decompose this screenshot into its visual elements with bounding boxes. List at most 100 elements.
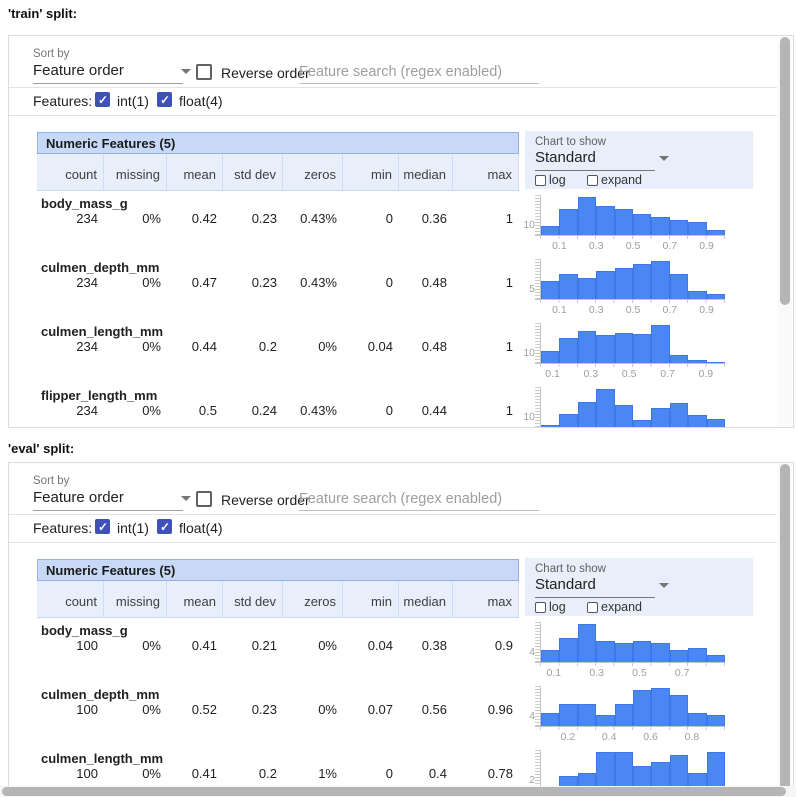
vertical-scrollbar[interactable] [780,37,790,305]
histogram-bar[interactable] [578,402,596,427]
histogram-bar[interactable] [596,752,614,790]
feature-search-input[interactable] [299,60,539,84]
histogram-bar[interactable] [670,403,688,427]
expand-checkbox[interactable] [587,602,598,613]
chart-to-show-value: Standard [535,149,596,166]
histogram-bar[interactable] [541,351,559,363]
histogram-bar[interactable] [578,278,596,299]
histogram-bar[interactable] [615,704,633,726]
feature-search-input[interactable] [299,487,539,511]
histogram-bar[interactable] [578,331,596,363]
histogram-bar[interactable] [670,274,688,299]
vertical-scrollbar[interactable] [780,464,790,794]
histogram-bar[interactable] [651,643,669,662]
histogram-bar[interactable] [541,226,559,235]
histogram-bar[interactable] [707,655,725,662]
histogram-bar[interactable] [633,690,651,726]
check-icon: ✓ [98,93,108,107]
histogram-bar[interactable] [670,695,688,726]
sort-by-label: Sort by [33,475,69,487]
histogram-bar[interactable] [615,643,633,662]
histogram-bar[interactable] [615,405,633,427]
histogram-bar[interactable] [651,688,669,726]
select-underline [535,597,655,598]
histogram-bar[interactable] [559,274,577,299]
histogram-bar[interactable] [633,641,651,662]
check-icon: ✓ [160,520,170,534]
histogram-bar[interactable] [633,264,651,299]
vertical-scrollbar-track[interactable] [778,37,792,426]
histogram-bar[interactable] [670,355,688,363]
horizontal-scrollbar[interactable] [2,787,786,796]
histogram-bar[interactable] [670,650,688,662]
histogram-bar[interactable] [596,271,614,299]
histogram-bar[interactable] [559,338,577,363]
histogram-bar[interactable] [707,752,725,790]
feature-type-checkbox-float[interactable]: ✓ [157,92,172,107]
histogram-bar[interactable] [707,419,725,427]
histogram-bar[interactable] [615,333,633,363]
histogram-bar[interactable] [578,624,596,662]
histogram-bar[interactable] [596,389,614,427]
chart-to-show-select[interactable]: Standard [535,149,655,173]
histogram-bar[interactable] [596,206,614,235]
chevron-down-icon [659,156,669,161]
table-row: culmen_length_mm2340%0.440.20%0.040.481 [37,321,519,385]
x-axis [535,662,725,666]
x-axis-tick-label: 0.9 [699,368,714,380]
histogram-bar[interactable] [707,715,725,726]
histogram-flipper_length_mm: 10 [509,385,753,428]
histogram-bar[interactable] [670,755,688,790]
stat-value: 0.43% [283,211,343,226]
y-axis-tick-label: 10 [509,347,535,359]
expand-checkbox[interactable] [587,175,598,186]
feature-type-checkbox-int[interactable]: ✓ [95,519,110,534]
histogram-bar[interactable] [651,408,669,427]
x-axis-tick-label: 0.3 [584,368,599,380]
histogram-bar[interactable] [688,648,706,662]
histogram-bar[interactable] [688,222,706,235]
histogram-bar[interactable] [541,713,559,726]
histogram-bar[interactable] [615,209,633,235]
histogram-bar[interactable] [688,713,706,726]
histogram-bar[interactable] [559,414,577,427]
histogram-bar[interactable] [596,641,614,662]
histogram-bar[interactable] [670,220,688,235]
histogram-bar[interactable] [596,335,614,363]
histogram-bar[interactable] [559,638,577,662]
feature-type-checkbox-int[interactable]: ✓ [95,92,110,107]
histogram-bar[interactable] [615,752,633,790]
histogram-culmen_depth_mm: 40.20.40.60.8 [509,684,753,748]
histogram-bar[interactable] [651,261,669,299]
y-axis-tick-label: 4 [509,710,535,722]
histogram-bar[interactable] [578,704,596,726]
histogram-bar[interactable] [688,415,706,427]
stat-value: 234 [37,339,104,354]
histogram-bar[interactable] [559,704,577,726]
histogram-bar[interactable] [559,209,577,235]
histogram-bar[interactable] [578,197,596,235]
chart-to-show-select[interactable]: Standard [535,576,655,600]
histogram-bar[interactable] [633,420,651,427]
chart-options-panel: Chart to show Standard log expand [525,131,753,189]
histogram-bar[interactable] [633,214,651,235]
histogram-bar[interactable] [651,217,669,235]
log-checkbox[interactable] [535,175,546,186]
sort-by-select[interactable]: Feature order [33,62,183,86]
reverse-order-checkbox[interactable] [196,491,212,507]
histogram-bar[interactable] [541,650,559,662]
horizontal-scrollbar-track[interactable] [0,786,796,797]
stat-value: 234 [37,275,104,290]
histogram-bar[interactable] [541,281,559,299]
sort-by-select[interactable]: Feature order [33,489,183,513]
log-checkbox[interactable] [535,602,546,613]
histogram-bar[interactable] [615,268,633,299]
vertical-scrollbar-track[interactable] [778,464,792,797]
histogram-bar[interactable] [596,715,614,726]
reverse-order-checkbox[interactable] [196,64,212,80]
histogram-bar[interactable] [651,325,669,363]
feature-type-checkbox-float[interactable]: ✓ [157,519,172,534]
histogram-bar[interactable] [688,291,706,299]
histogram-bar[interactable] [633,334,651,363]
x-axis-tick-label: 0.1 [552,304,567,316]
